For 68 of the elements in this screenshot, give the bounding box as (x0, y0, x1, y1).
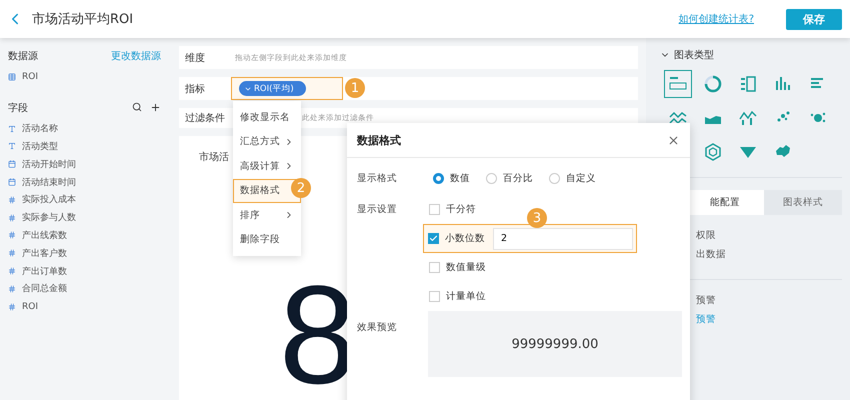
close-icon[interactable] (667, 134, 680, 146)
radio-label[interactable]: 数值 (450, 172, 470, 185)
radio-label[interactable]: 自定义 (566, 172, 596, 185)
card-title: 市场活 (199, 150, 230, 164)
hash-icon (8, 249, 16, 258)
field-item[interactable]: 活动名称 (22, 122, 58, 136)
hash-icon (8, 214, 16, 222)
section-title: 图表类型 (674, 48, 714, 62)
export-option[interactable]: 出数据 (696, 248, 842, 261)
field-item[interactable]: 实际投入成本 (22, 193, 76, 206)
radio-label[interactable]: 百分比 (503, 172, 533, 185)
dimension-label: 维度 (185, 52, 206, 64)
calendar-icon (8, 160, 16, 168)
measure-drop-zone[interactable]: ROI(平均) (231, 77, 343, 100)
number-card-icon[interactable] (664, 71, 690, 97)
radio-button[interactable] (433, 173, 444, 184)
hash-icon (8, 284, 16, 293)
dialog-title: 数据格式 (357, 132, 401, 148)
hash-icon (8, 267, 16, 276)
field-item[interactable]: 产出订单数 (22, 264, 67, 278)
checkbox-label[interactable]: 千分符 (446, 203, 476, 216)
hash-icon (8, 231, 16, 240)
checkbox-label[interactable]: 数值量级 (446, 261, 486, 274)
field-item[interactable]: ROI (22, 302, 38, 312)
datasource-label: 数据源 (8, 50, 38, 63)
field-item[interactable]: 实际参与人数 (22, 211, 76, 224)
preview-box: 99999999.00 (428, 311, 682, 377)
menu-item[interactable]: 修改显示名 (233, 105, 301, 130)
menu-item[interactable]: 删除字段 (233, 228, 301, 252)
field-item[interactable]: 产出线索数 (22, 228, 67, 242)
preview-label: 效果预览 (357, 321, 398, 335)
field-item[interactable]: 活动类型 (22, 140, 58, 153)
field-item[interactable]: 活动结束时间 (22, 176, 76, 189)
checkbox[interactable] (428, 233, 439, 244)
permission-title: 权限 (696, 229, 717, 242)
measure-pill[interactable]: ROI(平均) (239, 81, 306, 96)
panel-tab[interactable]: 图表样式 (764, 190, 842, 215)
hash-icon (8, 196, 16, 204)
radio-button[interactable] (549, 173, 560, 184)
menu-item[interactable]: 汇总方式 (233, 130, 301, 154)
calendar-icon (8, 178, 16, 186)
text-type-icon (8, 124, 16, 133)
hash-icon (8, 302, 16, 311)
text-type-icon (8, 142, 16, 150)
format-label: 显示格式 (357, 172, 398, 185)
menu-item[interactable]: 排序 (233, 203, 301, 228)
checkbox-label[interactable]: 小数位数 (445, 232, 485, 245)
decimal-input[interactable]: 2 (493, 228, 633, 250)
datasource-name[interactable]: ROI (22, 72, 38, 82)
fields-label: 字段 (8, 102, 28, 115)
field-item[interactable]: 合同总金额 (22, 282, 67, 296)
menu-item[interactable]: 高级计算 (233, 154, 301, 178)
metric-value: 8 (279, 279, 357, 391)
alert-title: 预警 (696, 294, 717, 307)
checkbox[interactable] (429, 204, 440, 215)
chart-title[interactable]: 市场活动平均ROI (32, 10, 671, 28)
checkbox-label[interactable]: 计量单位 (446, 290, 486, 303)
filter-label: 过滤条件 (185, 112, 226, 125)
search-icon[interactable] (132, 102, 142, 112)
checkbox[interactable] (429, 262, 440, 273)
field-item[interactable]: 活动开始时间 (22, 158, 76, 171)
radio-button[interactable] (486, 173, 497, 184)
measure-label: 指标 (185, 82, 206, 96)
field-item[interactable]: 产出客户数 (22, 246, 67, 260)
add-icon[interactable] (150, 102, 161, 114)
checkbox[interactable] (429, 291, 440, 302)
settings-label: 显示设置 (357, 203, 398, 217)
table-icon (8, 72, 16, 81)
